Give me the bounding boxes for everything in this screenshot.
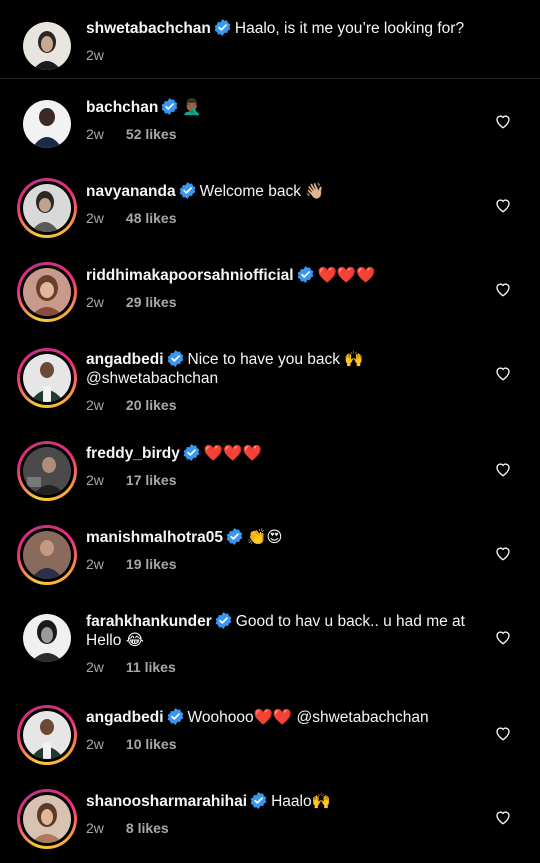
comment-timestamp: 2w <box>86 210 104 226</box>
comment-timestamp: 2w <box>86 556 104 572</box>
verified-badge-icon <box>226 528 243 545</box>
comment-row: farahkhankunder Good to hav u back.. u ha… <box>0 612 540 675</box>
comment-timestamp: 2w <box>86 820 104 836</box>
avatar <box>23 184 71 232</box>
avatar <box>23 531 71 579</box>
heart-outline-icon[interactable] <box>494 112 512 130</box>
avatar <box>23 447 71 495</box>
verified-badge-icon <box>250 792 267 809</box>
comment-row: manishmalhotra05 👏😍 2w 19 likes <box>0 525 540 586</box>
heart-outline-icon[interactable] <box>494 364 512 382</box>
avatar[interactable] <box>23 100 71 148</box>
comment-likes[interactable]: 10 likes <box>126 736 177 752</box>
comment-username[interactable]: riddhimakapoorsahniofficial <box>86 267 294 284</box>
verified-badge-icon <box>297 266 314 283</box>
heart-outline-icon[interactable] <box>494 460 512 478</box>
comment-username[interactable]: navyananda <box>86 183 176 200</box>
comment-text: ❤️❤️❤️ <box>203 445 262 462</box>
comment-username[interactable]: shanoosharmarahihai <box>86 793 247 810</box>
comment-likes[interactable]: 11 likes <box>126 659 176 675</box>
comment-row: bachchan 🤦🏾‍♂️ 2w 52 likes <box>0 98 540 154</box>
comment-text-continued: @shwetabachchan <box>86 370 219 387</box>
comment-timestamp: 2w <box>86 736 104 752</box>
comment-likes[interactable]: 48 likes <box>126 210 177 226</box>
comment-text: Good to hav u back.. u had me at <box>235 613 465 630</box>
verified-badge-icon <box>183 444 200 461</box>
verified-badge-icon <box>167 708 184 725</box>
avatar <box>23 795 71 843</box>
heart-outline-icon[interactable] <box>494 196 512 214</box>
avatar <box>23 354 71 402</box>
comment-timestamp: 2w <box>86 397 104 413</box>
verified-badge-icon <box>161 98 178 115</box>
comment-likes[interactable]: 52 likes <box>126 126 177 142</box>
avatar <box>23 268 71 316</box>
comment-likes[interactable]: 29 likes <box>126 294 177 310</box>
avatar[interactable] <box>23 22 71 70</box>
heart-outline-icon[interactable] <box>494 280 512 298</box>
heart-outline-icon[interactable] <box>494 724 512 742</box>
comment-username[interactable]: freddy_birdy <box>86 445 180 462</box>
comment-timestamp: 2w <box>86 472 104 488</box>
comment-likes[interactable]: 17 likes <box>126 472 177 488</box>
avatar <box>23 711 71 759</box>
heart-outline-icon[interactable] <box>494 808 512 826</box>
verified-badge-icon <box>179 182 196 199</box>
comment-text: ❤️❤️❤️ <box>317 267 376 284</box>
comment-username[interactable]: manishmalhotra05 <box>86 529 223 546</box>
story-ring[interactable] <box>17 789 77 849</box>
comment-row: freddy_birdy ❤️❤️❤️ 2w 17 likes <box>0 441 540 502</box>
comment-text: Woohooo❤️❤️ @shwetabachchan <box>187 709 429 726</box>
comment-text: 👏😍 <box>246 529 283 546</box>
comment-username[interactable]: bachchan <box>86 99 158 116</box>
verified-badge-icon <box>167 350 184 367</box>
story-ring[interactable] <box>17 441 77 501</box>
avatar[interactable] <box>23 614 71 662</box>
comment-timestamp: 2w <box>86 47 104 63</box>
comment-row: angadbedi Woohooo❤️❤️ @shwetabachchan 2w 1… <box>0 705 540 766</box>
comment-likes[interactable]: 19 likes <box>126 556 177 572</box>
comment-timestamp: 2w <box>86 294 104 310</box>
comment-username[interactable]: farahkhankunder <box>86 613 212 630</box>
post-caption: shwetabachchan Haalo, is it me you’re loo… <box>0 0 540 79</box>
heart-outline-icon[interactable] <box>494 544 512 562</box>
comment-text: Welcome back 👋🏼 <box>199 183 325 200</box>
comment-timestamp: 2w <box>86 126 104 142</box>
story-ring[interactable] <box>17 348 77 408</box>
comment-text: Haalo🙌 <box>271 793 331 810</box>
comment-row: riddhimakapoorsahniofficial ❤️❤️❤️ 2w 29 l… <box>0 262 540 324</box>
story-ring[interactable] <box>17 178 77 238</box>
heart-outline-icon[interactable] <box>494 628 512 646</box>
comment-likes[interactable]: 8 likes <box>126 820 169 836</box>
comment-timestamp: 2w <box>86 659 104 675</box>
comment-username[interactable]: shwetabachchan <box>86 20 211 37</box>
comment-text: 🤦🏾‍♂️ <box>182 99 202 116</box>
verified-badge-icon <box>214 19 231 36</box>
comment-username[interactable]: angadbedi <box>86 351 164 368</box>
story-ring[interactable] <box>17 705 77 765</box>
story-ring[interactable] <box>17 525 77 585</box>
story-ring[interactable] <box>17 262 77 322</box>
comment-text-continued: Hello 😂 <box>86 632 144 649</box>
comment-row: angadbedi Nice to have you back 🙌 @shweta… <box>0 348 540 430</box>
comment-text: Haalo, is it me you’re looking for? <box>234 20 465 37</box>
comment-row: navyananda Welcome back 👋🏼 2w 48 likes <box>0 178 540 240</box>
comment-text: Nice to have you back 🙌 <box>187 351 364 368</box>
comment-row: shanoosharmarahihai Haalo🙌 2w 8 likes <box>0 789 540 850</box>
comment-likes[interactable]: 20 likes <box>126 397 177 413</box>
verified-badge-icon <box>215 612 232 629</box>
comment-username[interactable]: angadbedi <box>86 709 164 726</box>
